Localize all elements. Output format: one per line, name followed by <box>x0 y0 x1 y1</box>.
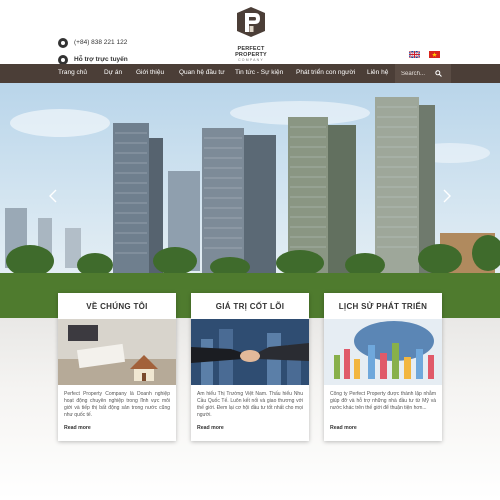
site-header: (+84) 838 221 122 Hỗ trợ trực tuyến PERF… <box>0 0 500 65</box>
about-us-image <box>58 319 176 385</box>
language-switcher <box>409 51 440 58</box>
core-values-image <box>191 319 309 385</box>
user-icon <box>58 54 68 65</box>
uk-flag-icon[interactable] <box>409 51 420 58</box>
search-icon[interactable] <box>435 70 442 77</box>
card-title: GIÁ TRỊ CỐT LÕI <box>215 301 285 311</box>
nav-item-human-development[interactable]: Phát triển con người <box>296 69 355 76</box>
slider-prev-arrow-icon[interactable] <box>48 189 58 203</box>
logo[interactable]: PERFECT PROPERTY COMPANY <box>221 6 281 62</box>
business-handshake-image <box>191 319 309 385</box>
contact-info: (+84) 838 221 122 Hỗ trợ trực tuyến <box>58 34 128 68</box>
read-more-link[interactable]: Read more <box>324 425 442 431</box>
logo-name: PERFECT PROPERTY <box>235 46 267 58</box>
hero-slider <box>0 83 500 318</box>
nav-item-about[interactable]: Giới thiệu <box>136 69 164 76</box>
phone-row[interactable]: (+84) 838 221 122 <box>58 34 128 51</box>
nav-item-news-events[interactable]: Tin tức - Sự kiện <box>235 69 283 76</box>
card-text: Công ty Perfect Property được thành lập … <box>330 391 436 411</box>
logo-subtitle: COMPANY <box>238 58 264 62</box>
read-more-link[interactable]: Read more <box>58 425 176 431</box>
vietnam-flag-icon[interactable] <box>429 51 440 58</box>
card-text: Am hiểu Thị Trường Việt Nam. Thấu hiểu N… <box>197 391 303 418</box>
slider-next-arrow-icon[interactable] <box>442 189 452 203</box>
card-text: Perfect Property Company là Doanh nghiệp… <box>64 391 170 418</box>
read-more-link[interactable]: Read more <box>191 425 309 431</box>
about-us-card: VỀ CHÚNG TÔI Perfect Property Company là… <box>58 293 176 441</box>
logo-mark-icon <box>237 7 265 37</box>
nav-item-home[interactable]: Trang chủ <box>58 69 87 76</box>
nav-item-projects[interactable]: Dự án <box>104 69 122 76</box>
nav-item-contact[interactable]: Liên hệ <box>367 69 388 76</box>
hero-cityscape-image <box>0 97 500 318</box>
card-title: VỀ CHÚNG TÔI <box>86 301 148 311</box>
core-values-card: GIÁ TRỊ CỐT LÕI Am hiểu Thị Trường Việt … <box>191 293 309 441</box>
nav-item-investor-relations[interactable]: Quan hệ đầu tư <box>179 69 225 76</box>
phone-number: (+84) 838 221 122 <box>74 39 128 46</box>
support-label: Hỗ trợ trực tuyến <box>74 56 128 63</box>
history-image <box>324 319 442 385</box>
nav-search <box>395 64 451 83</box>
handshake-house-image <box>58 319 176 385</box>
card-title: LỊCH SỬ PHÁT TRIỂN <box>338 301 428 311</box>
phone-icon <box>58 37 68 48</box>
history-card: LỊCH SỬ PHÁT TRIỂN Công ty Perfect Prope… <box>324 293 442 441</box>
city-model-image <box>324 319 442 385</box>
